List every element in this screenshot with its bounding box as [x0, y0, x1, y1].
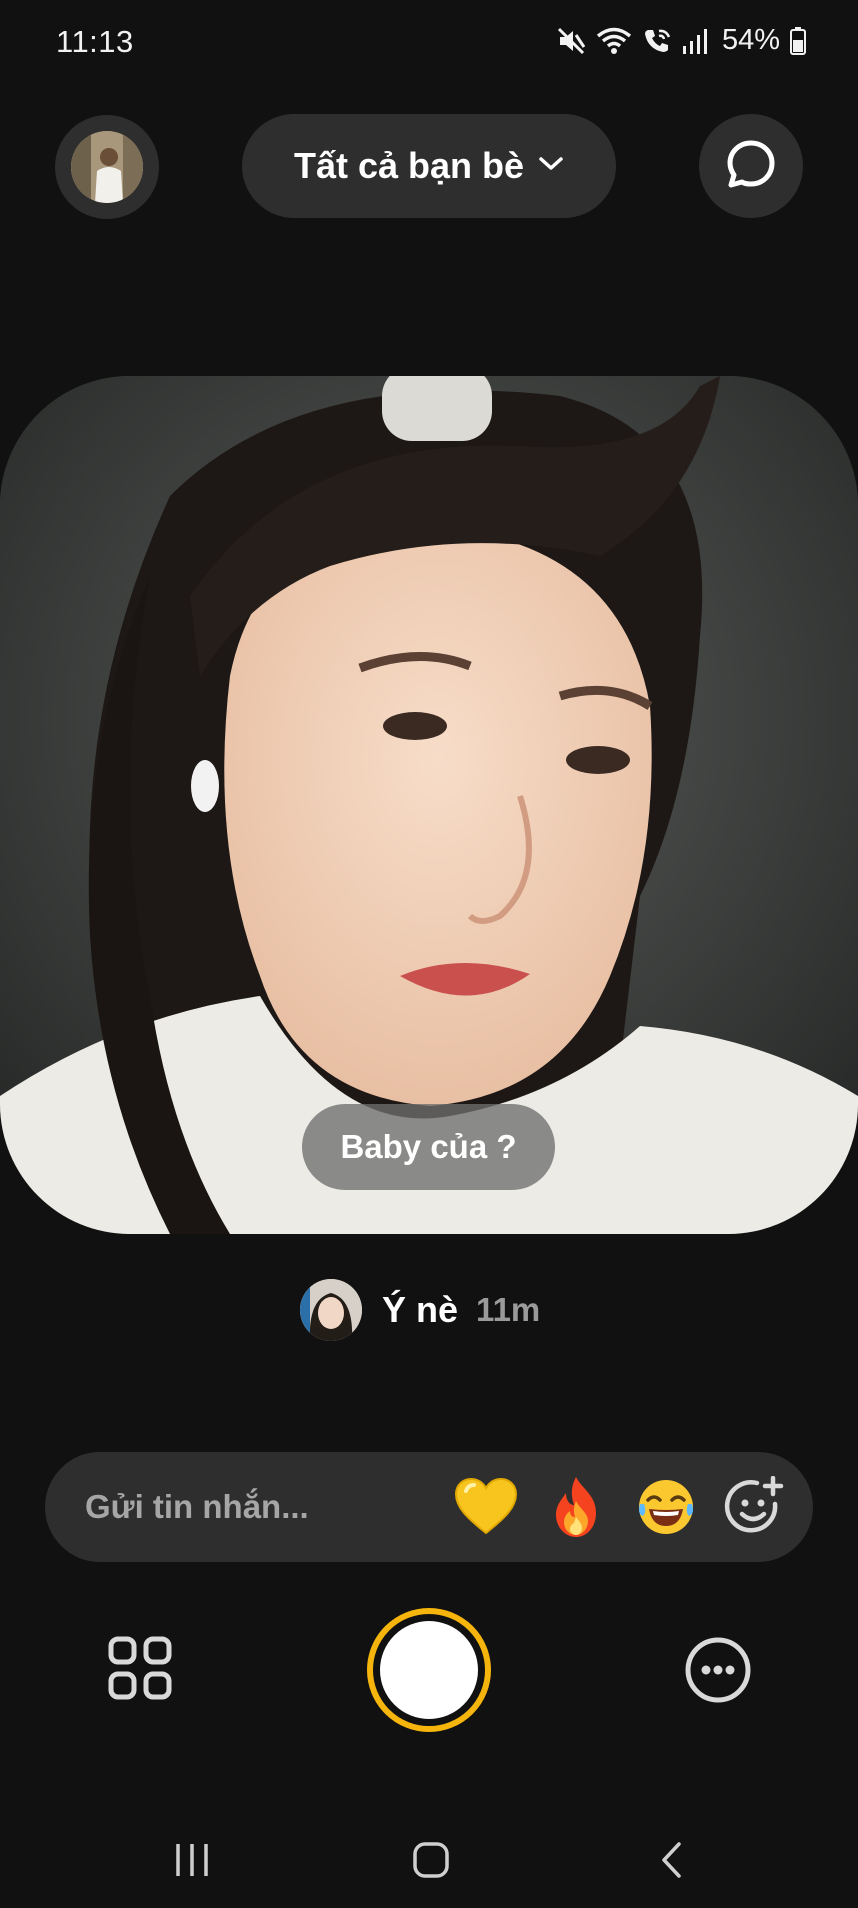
reaction-yellow-heart[interactable] [453, 1474, 519, 1540]
back-button[interactable] [648, 1836, 696, 1884]
laughing-icon [639, 1480, 693, 1534]
add-emoji-button[interactable] [721, 1474, 787, 1540]
grid-button[interactable] [108, 1636, 172, 1700]
mute-icon [556, 26, 586, 56]
author-avatar [300, 1279, 362, 1341]
status-bar: 11:13 54% [0, 0, 858, 86]
signal-icon [682, 26, 708, 56]
home-button[interactable] [407, 1836, 455, 1884]
reaction-laughing[interactable] [633, 1474, 699, 1540]
back-icon [662, 1842, 681, 1878]
shutter-inner [380, 1621, 478, 1719]
more-button[interactable] [684, 1636, 752, 1704]
chat-button[interactable] [699, 114, 803, 218]
fire-icon [556, 1477, 596, 1537]
grid-icon [108, 1636, 172, 1700]
author-name: Ý nè [382, 1289, 459, 1330]
home-icon [413, 1842, 449, 1878]
audience-selector[interactable]: Tất cả bạn bè [242, 114, 616, 218]
recent-apps-icon [176, 1844, 208, 1876]
recent-apps-button[interactable] [168, 1836, 216, 1884]
add-emoji-icon [724, 1476, 784, 1533]
system-nav-bar [0, 1810, 858, 1908]
audience-label: Tất cả bạn bè [293, 145, 525, 186]
message-input[interactable]: Gửi tin nhắn... [85, 1452, 309, 1562]
profile-button[interactable] [55, 115, 159, 219]
status-icons: 54% [556, 24, 806, 57]
message-bar: Gửi tin nhắn... [45, 1452, 813, 1562]
app-screen: 11:13 54% Tất cả bạn bè Baby của ? Ý nè … [0, 0, 858, 1908]
post-time: 11m [476, 1291, 541, 1328]
wifi-icon [596, 26, 632, 56]
battery-percent: 54% [721, 24, 780, 56]
profile-avatar [71, 131, 143, 203]
battery-icon [790, 26, 806, 55]
author-row[interactable]: Ý nè 11m [300, 1278, 540, 1342]
chat-bubble-icon [725, 138, 777, 195]
more-icon [685, 1637, 751, 1703]
chevron-down-icon [538, 155, 564, 178]
reaction-fire[interactable] [543, 1474, 609, 1540]
photo-caption: Baby của ? [302, 1104, 555, 1190]
status-time: 11:13 [56, 24, 134, 59]
shutter-button[interactable] [367, 1608, 491, 1732]
yellow-heart-icon [454, 1477, 518, 1535]
wifi-call-icon [642, 26, 672, 56]
